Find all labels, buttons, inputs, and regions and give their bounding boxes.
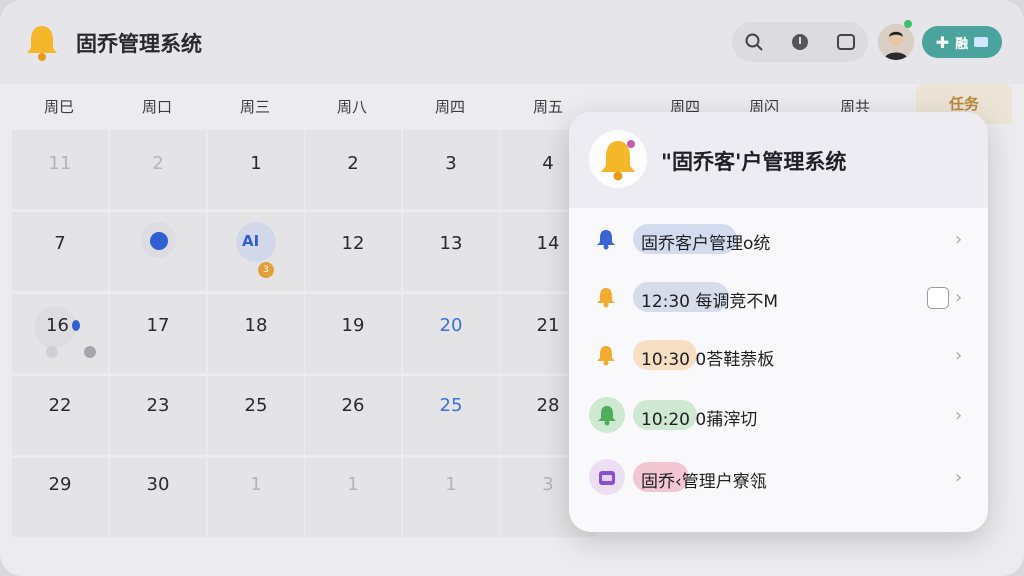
day-number: 2 (347, 153, 359, 174)
app-title: 固乔管理系统 (76, 32, 202, 56)
plus-icon: ✚ (935, 32, 950, 52)
event-dot-icon (46, 346, 58, 358)
reminder-item[interactable]: 10:20 0蒱滓切 › (569, 386, 988, 444)
reminder-item[interactable]: 12:30 每调竞不M › (569, 268, 988, 326)
reminder-text: 固乔‹管理户寮瓴 (641, 472, 767, 492)
reminder-item[interactable]: 固乔‹管理户寮瓴 › (569, 448, 988, 506)
event-dot-icon (150, 232, 168, 250)
day-number: 2 (152, 153, 164, 174)
weekday-label: 周四 (434, 98, 465, 116)
reminder-item[interactable]: 固乔客户管理o统 › (569, 210, 988, 268)
top-bar: 固乔管理系统 ✚ 融 (0, 0, 1024, 84)
ai-event-badge[interactable]: AI (242, 232, 259, 250)
day-number: 12 (341, 233, 365, 254)
chevron-right-icon: › (955, 229, 963, 250)
day-number: 7 (54, 233, 66, 254)
bell-icon (593, 284, 619, 310)
reminder-text: 12:30 每调竞不M (641, 292, 779, 312)
add-button[interactable]: ✚ 融 (922, 26, 1002, 58)
reminder-popup: "固乔客'户管理系统 固乔客户管理o统 › 12:30 每调竞不M › 10:3… (569, 112, 988, 532)
day-number: 17 (146, 315, 170, 336)
window-icon[interactable] (834, 30, 858, 54)
day-number: 23 (146, 395, 170, 416)
day-number: 22 (48, 395, 72, 416)
bell-icon (593, 226, 619, 252)
weekday-label: 周巳 (43, 98, 74, 116)
day-number: 25 (244, 395, 268, 416)
reminder-text: 10:30 0荅鞋萘板 (641, 350, 775, 370)
calendar-icon (589, 459, 625, 495)
bell-icon (589, 397, 625, 433)
day-number: 11 (48, 153, 72, 174)
chevron-right-icon: › (955, 467, 963, 488)
reminder-text: 固乔客户管理o统 (641, 234, 771, 254)
day-number: 29 (48, 474, 72, 495)
day-number: 25 (439, 395, 463, 416)
notification-icon[interactable] (788, 30, 812, 54)
app-window: 固乔管理系统 ✚ 融 周巳 周口 周三 周八 周四 周五 周四 周闪 周共 任务… (0, 0, 1024, 576)
day-number: 3 (445, 153, 457, 174)
online-status-dot (904, 20, 912, 28)
event-dot-icon (84, 346, 96, 358)
day-cell[interactable] (110, 458, 206, 537)
add-button-label: 融 (955, 36, 969, 52)
event-dot-icon (72, 320, 80, 331)
popup-bell-icon (589, 130, 647, 188)
chevron-right-icon: › (955, 405, 963, 426)
day-cell[interactable] (403, 458, 499, 537)
day-number: 18 (244, 315, 268, 336)
day-cell[interactable] (208, 458, 304, 537)
chevron-right-icon: › (955, 345, 963, 366)
weekday-label: 周八 (336, 98, 367, 116)
day-number: 1 (250, 474, 262, 495)
day-number: 1 (347, 474, 359, 495)
day-number: 19 (341, 315, 365, 336)
inbox-icon (974, 37, 989, 47)
bell-icon (593, 342, 619, 368)
chevron-right-icon: › (955, 287, 963, 308)
day-number: 30 (146, 474, 170, 495)
day-number: 16 (46, 315, 69, 336)
day-cell[interactable] (305, 458, 401, 537)
popup-header: "固乔客'户管理系统 (569, 112, 988, 208)
day-cell[interactable] (12, 458, 108, 537)
reminder-text: 10:20 0蒱滓切 (641, 410, 758, 430)
day-number: 26 (341, 395, 365, 416)
weekday-label: 周口 (141, 98, 172, 116)
day-number: 13 (439, 233, 463, 254)
reminder-item[interactable]: 10:30 0荅鞋萘板 › (569, 326, 988, 384)
reminder-checkbox[interactable] (927, 287, 949, 309)
bell-logo-icon (24, 22, 60, 62)
weekday-label: 周三 (239, 98, 270, 116)
day-number: 20 (439, 315, 463, 336)
day-number: 1 (445, 474, 457, 495)
avatar[interactable] (878, 24, 914, 60)
day-number: 1 (250, 153, 262, 174)
event-count-badge: 3 (258, 262, 274, 278)
search-icon[interactable] (742, 30, 766, 54)
popup-title: "固乔客'户管理系统 (661, 150, 847, 174)
